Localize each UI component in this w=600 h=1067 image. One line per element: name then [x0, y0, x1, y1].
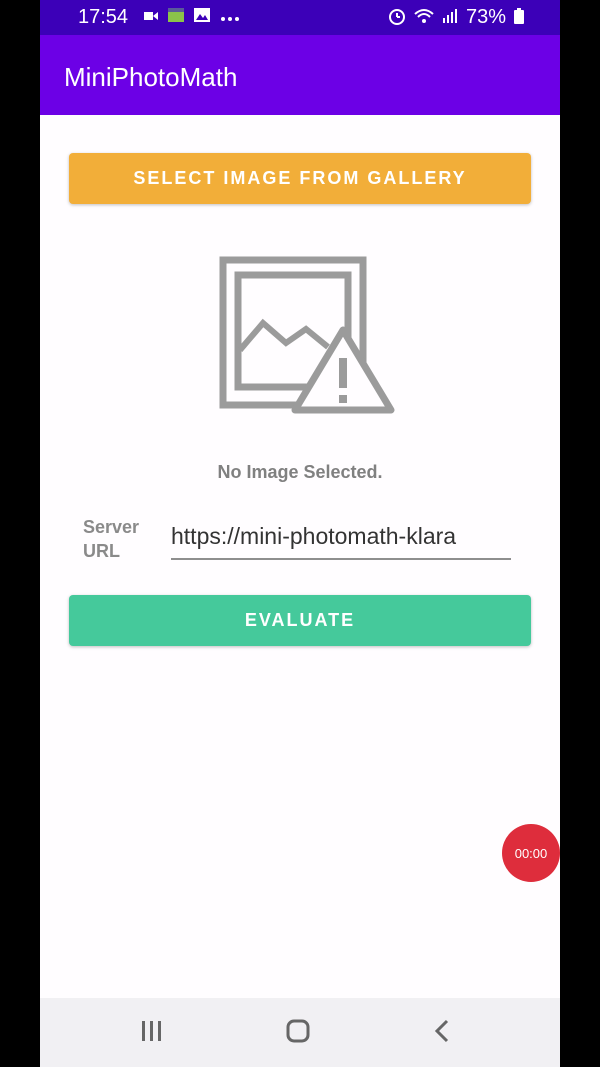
alarm-icon	[388, 7, 406, 29]
signal-icon	[442, 8, 458, 28]
status-icons-right: 73%	[388, 6, 524, 29]
select-image-button[interactable]: SELECT IMAGE FROM GALLERY	[69, 153, 531, 204]
video-icon	[144, 8, 158, 26]
recent-apps-icon[interactable]	[140, 1018, 164, 1049]
no-image-caption: No Image Selected.	[217, 462, 383, 482]
server-url-value: https://mini-photomath-klara	[171, 523, 457, 549]
app-bar: MiniPhotoMath	[40, 35, 560, 115]
battery-text: 73%	[465, 6, 506, 28]
data-icon	[168, 8, 184, 26]
app-title: MiniPhotoMath	[64, 62, 238, 92]
navigation-bar	[40, 998, 560, 1067]
broken-image-icon	[218, 255, 398, 420]
back-icon[interactable]	[432, 1018, 452, 1049]
home-icon[interactable]	[285, 1018, 311, 1049]
phone-screen: 17:54 73% MiniPhotoMath SELECT IMAGE FRO…	[40, 0, 560, 1067]
wifi-icon	[414, 8, 434, 28]
photos-icon	[194, 8, 210, 26]
more-dots-icon	[220, 8, 240, 26]
server-url-input[interactable]: https://mini-photomath-klara	[171, 518, 511, 560]
status-time: 17:54	[78, 6, 129, 28]
status-icons-left	[144, 8, 240, 26]
evaluate-button[interactable]: EVALUATE	[69, 595, 531, 646]
battery-icon	[514, 7, 524, 28]
status-bar: 17:54 73%	[40, 0, 560, 35]
screen-recorder-button[interactable]: 00:00	[502, 824, 560, 882]
server-url-label: Server URL	[83, 517, 140, 561]
